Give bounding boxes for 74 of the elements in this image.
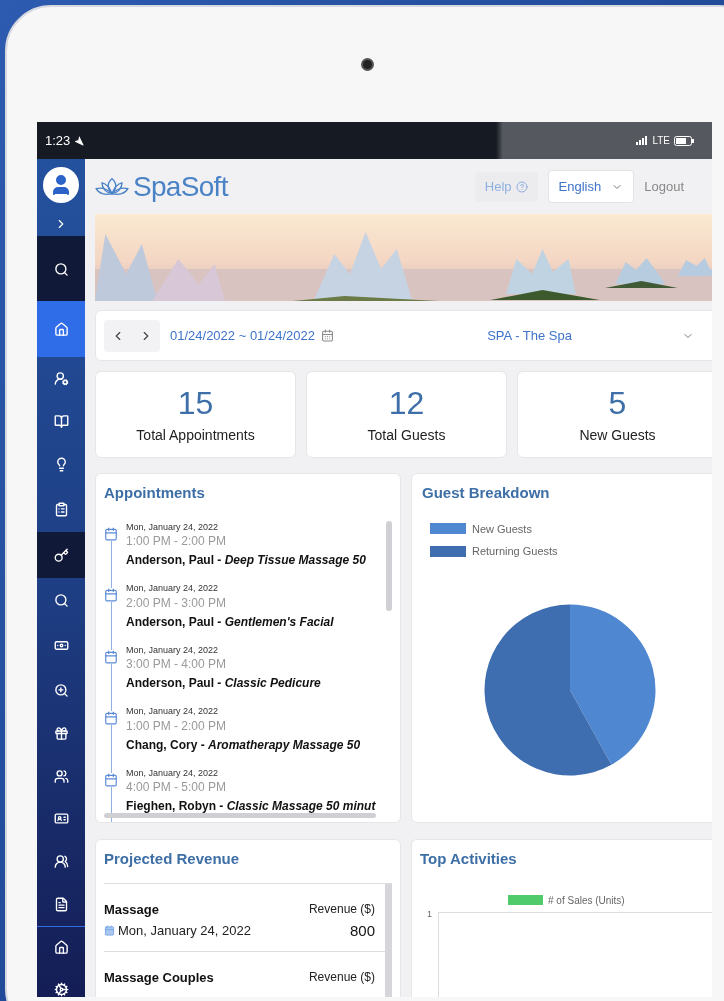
avatar-icon[interactable] bbox=[43, 167, 79, 203]
sidebar-item[interactable] bbox=[37, 532, 85, 578]
users-icon bbox=[53, 853, 69, 869]
stat-label: Total Appointments bbox=[136, 426, 255, 445]
appointment-date: Mon, January 24, 2022 bbox=[126, 520, 220, 534]
calendar-icon[interactable] bbox=[320, 329, 334, 342]
appointment-date: Mon, January 24, 2022 bbox=[126, 643, 220, 657]
battery-icon bbox=[674, 135, 694, 146]
language-dropdown[interactable]: English bbox=[547, 170, 635, 203]
network-label: LTE bbox=[652, 134, 670, 148]
appointment-title: Anderson, Paul - Gentlemen's Facial bbox=[126, 613, 334, 631]
card-title: Projected Revenue bbox=[104, 849, 241, 869]
card-title: Top Activities bbox=[420, 849, 518, 869]
id-card-icon bbox=[53, 811, 69, 826]
search-icon bbox=[53, 592, 69, 608]
calendar-icon bbox=[104, 711, 118, 725]
calendar-icon bbox=[104, 649, 118, 664]
card-title: Appointments bbox=[104, 483, 206, 503]
book-icon bbox=[53, 414, 69, 429]
date-range[interactable]: 01/24/2022 ~ 01/24/2022 bbox=[170, 325, 315, 346]
legend-label: Returning Guests bbox=[472, 544, 558, 559]
signal-icon bbox=[636, 136, 649, 145]
status-time: 1:23 bbox=[45, 131, 71, 150]
activity-name: Massage bbox=[104, 900, 160, 919]
appointment-time: 2:00 PM - 3:00 PM bbox=[126, 595, 228, 611]
file-icon bbox=[53, 896, 69, 912]
revenue-amount: 800 bbox=[349, 920, 375, 941]
legend-label: # of Sales (Units) bbox=[548, 893, 625, 908]
calendar-icon bbox=[104, 526, 118, 541]
appointment-title: Anderson, Paul - Deep Tissue Massage 50 bbox=[126, 552, 366, 569]
stat-value: 12 bbox=[388, 384, 425, 423]
help-icon bbox=[515, 180, 528, 193]
zoom-icon bbox=[53, 682, 69, 698]
appointment-date: Mon, January 24, 2022 bbox=[126, 766, 220, 780]
gift-icon bbox=[53, 726, 69, 741]
appointment-time: 1:00 PM - 2:00 PM bbox=[126, 718, 228, 734]
appointment-time: 3:00 PM - 4:00 PM bbox=[126, 657, 228, 672]
camera-icon bbox=[361, 58, 374, 71]
key-icon bbox=[53, 547, 69, 563]
calendar-icon bbox=[104, 588, 118, 602]
scrollbar[interactable] bbox=[385, 883, 392, 997]
logout-link[interactable]: Logout bbox=[644, 176, 684, 197]
house-icon bbox=[53, 940, 69, 955]
activity-name: Massage Couples bbox=[104, 968, 214, 987]
scrollbar[interactable] bbox=[104, 813, 376, 818]
scrollbar[interactable] bbox=[386, 520, 392, 611]
axis-tick-label: 1 bbox=[426, 907, 433, 921]
appointment-title: Chang, Cory - Aromatherapy Massage 50 bbox=[126, 736, 361, 754]
card-title: Guest Breakdown bbox=[422, 483, 551, 503]
calendar-icon bbox=[104, 925, 115, 937]
activity-date: Mon, January 24, 2022 bbox=[118, 922, 251, 940]
revenue-label: Revenue ($) bbox=[308, 968, 375, 986]
search-icon bbox=[53, 261, 69, 277]
location-icon bbox=[74, 135, 85, 146]
clipboard-icon bbox=[53, 501, 69, 517]
legend-label: New Guests bbox=[472, 521, 532, 537]
appointment-time: 4:00 PM - 5:00 PM bbox=[126, 780, 228, 795]
stat-value: 15 bbox=[177, 384, 214, 423]
lotus-logo-icon bbox=[95, 176, 129, 197]
stat-label: Total Guests bbox=[367, 426, 446, 445]
calendar-icon bbox=[104, 772, 118, 787]
appointment-date: Mon, January 24, 2022 bbox=[126, 705, 220, 718]
stat-label: New Guests bbox=[579, 426, 656, 445]
location-dropdown[interactable]: SPA - The Spa bbox=[487, 325, 572, 346]
stat-value: 5 bbox=[608, 384, 627, 423]
appointment-title: Anderson, Paul - Classic Pedicure bbox=[126, 675, 321, 692]
logo-text: SpaSoft bbox=[133, 169, 228, 204]
appointment-time: 1:00 PM - 2:00 PM bbox=[126, 534, 228, 549]
users-icon bbox=[53, 768, 69, 784]
appointment-title: Fieghen, Robyn - Classic Massage 50 minut bbox=[126, 798, 376, 815]
appointment-date: Mon, January 24, 2022 bbox=[126, 582, 220, 595]
settings-icon bbox=[53, 981, 69, 997]
revenue-label: Revenue ($) bbox=[308, 900, 375, 918]
home-icon bbox=[53, 321, 69, 337]
